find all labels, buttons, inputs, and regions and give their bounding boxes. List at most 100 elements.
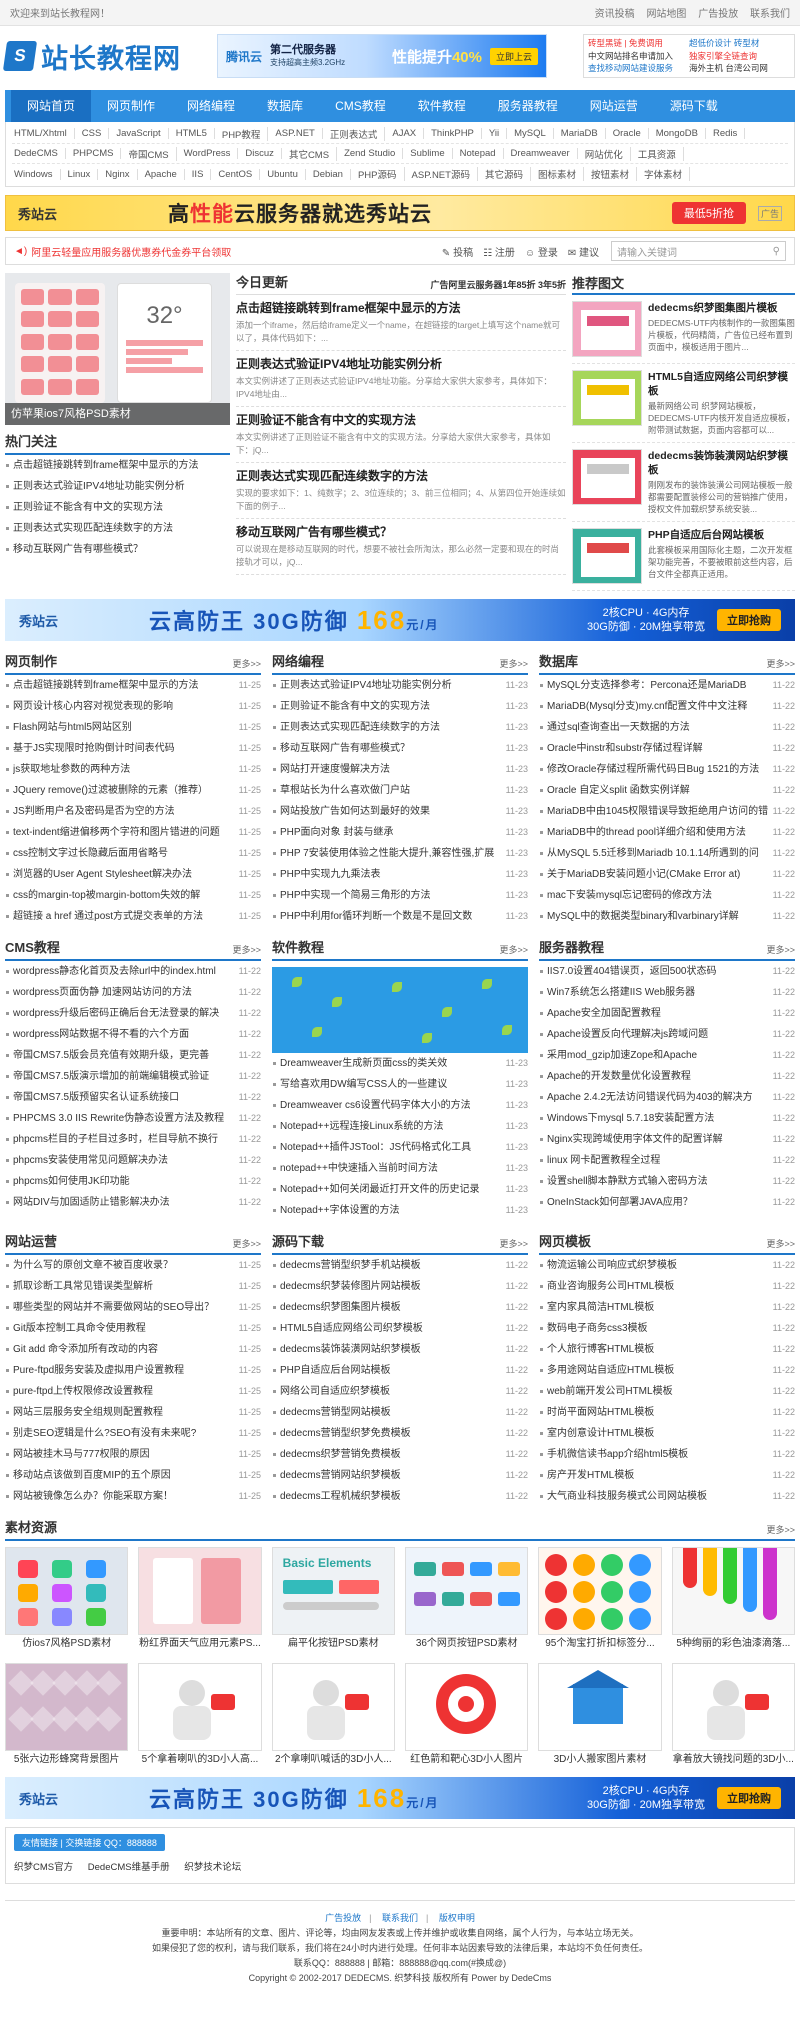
item-title[interactable]: PHP中利用for循环判断一个数是不是回文数 — [280, 906, 472, 927]
section-item[interactable]: 室内家具简洁HTML模板 11-22 — [539, 1297, 795, 1318]
section-title[interactable]: 网络编程 — [272, 651, 324, 670]
recommend-item[interactable]: dedecms织梦图集图片模板 DEDECMS-UTF内核制作的一款图集图片模板，… — [572, 295, 795, 364]
tag-link[interactable]: AJAX — [385, 128, 425, 139]
section-item[interactable]: 为什么写的原创文章不被百度收录？ 11-25 — [5, 1255, 261, 1276]
section-item[interactable]: 帝国CMS7.5版会员充值有效期升级，更完善 11-22 — [5, 1045, 261, 1066]
section-item[interactable]: 数码电子商务css3模板 11-22 — [539, 1318, 795, 1339]
section-title[interactable]: 网页制作 — [5, 651, 57, 670]
item-title[interactable]: PHP面向对象 封装与继承 — [280, 822, 393, 843]
item-title[interactable]: 大气商业科技服务模式公司网站模板 — [547, 1486, 707, 1507]
material-caption[interactable]: 5种绚丽的彩色油漆滴落... — [672, 1635, 795, 1653]
item-title[interactable]: 关于MariaDB安装问题小记(CMake Error at) — [547, 864, 740, 885]
more-link[interactable]: 更多>> — [232, 1237, 261, 1250]
material-thumb[interactable] — [538, 1547, 662, 1635]
item-title[interactable]: Notepad++远程连接Linux系统的方法 — [280, 1116, 443, 1137]
section-title[interactable]: 网站运营 — [5, 1231, 57, 1250]
ad-button[interactable]: 立即抢购 — [717, 609, 781, 631]
section-item[interactable]: wordpress升级后密码正确后台无法登录的解决 11-22 — [5, 1003, 261, 1024]
material-caption[interactable]: 36个网页按钮PSD素材 — [405, 1635, 528, 1653]
item-title[interactable]: 别走SEO逻辑是什么?SEO有没有未来呢? — [13, 1423, 196, 1444]
tag-link[interactable]: MongoDB — [649, 128, 706, 139]
item-title[interactable]: Pure-ftpd服务安装及虚拟用户设置教程 — [13, 1360, 184, 1381]
material-thumb[interactable] — [405, 1547, 529, 1635]
recommend-item[interactable]: HTML5自适应网络公司织梦模板 最新网络公司 织梦网站模板，DEDECMS-UT… — [572, 364, 795, 443]
recommend-thumb[interactable] — [572, 449, 642, 505]
tag-link[interactable]: Nginx — [98, 168, 138, 180]
section-item[interactable]: 网站打开速度慢解决方法 11-23 — [272, 759, 528, 780]
item-title[interactable]: 网站投放广告如何达到最好的效果 — [280, 801, 430, 822]
section-item[interactable]: 基于JS实现限时抢购倒计时间表代码 11-25 — [5, 738, 261, 759]
tag-link[interactable]: HTML5 — [169, 128, 215, 139]
header-link[interactable]: 中文网站排名申请加入 — [588, 50, 689, 63]
more-link[interactable]: 更多>> — [499, 943, 528, 956]
section-item[interactable]: Flash网站与html5网站区别 11-25 — [5, 717, 261, 738]
material-card[interactable]: 红色箭和靶心3D小人图片 — [405, 1663, 529, 1769]
section-item[interactable]: 移动站点该做到百度MIP的五个原因 11-25 — [5, 1465, 261, 1486]
section-item[interactable]: Win7系统怎么搭建IIS Web服务器 11-22 — [539, 982, 795, 1003]
item-title[interactable]: PHP中实现九九乘法表 — [280, 864, 381, 885]
section-item[interactable]: 从MySQL 5.5迁移到Mariadb 10.1.14所遇到的问 11-22 — [539, 843, 795, 864]
site-logo[interactable]: S 站长教程网 — [2, 37, 181, 76]
section-item[interactable]: text-indent缩进偏移两个字符和图片错进的问题 11-25 — [5, 822, 261, 843]
item-title[interactable]: Apache安全加固配置教程 — [547, 1003, 661, 1024]
notice-text[interactable]: 阿里云轻量应用服务器优惠券代金券平台领取 — [31, 244, 361, 259]
item-title[interactable]: 网站被镜像怎么办？你能采取方案！ — [13, 1486, 173, 1507]
material-caption[interactable]: 红色箭和靶心3D小人图片 — [405, 1751, 528, 1769]
item-title[interactable]: OneInStack如何部署JAVA应用？ — [547, 1192, 693, 1213]
material-caption[interactable]: 5张六边形蜂窝背景图片 — [5, 1751, 128, 1769]
material-card[interactable]: 36个网页按钮PSD素材 — [405, 1547, 529, 1653]
item-title[interactable]: PHP中实现一个简易三角形的方法 — [280, 885, 431, 906]
item-title[interactable]: 写给喜欢用DW编写CSS人的一些建议 — [280, 1074, 447, 1095]
section-item[interactable]: 多用途网站自适应HTML模板 11-22 — [539, 1360, 795, 1381]
nav-item[interactable]: 网站运营 — [574, 90, 654, 122]
recommend-item[interactable]: PHP自适应后台网站模板 此套模板采用国际化主题，二次开发框架功能完善，不要被眼前… — [572, 522, 795, 591]
nav-item[interactable]: CMS教程 — [319, 90, 402, 122]
section-item[interactable]: pure-ftpd上传权限修改设置教程 11-25 — [5, 1381, 261, 1402]
section-item[interactable]: 大气商业科技服务模式公司网站模板 11-22 — [539, 1486, 795, 1507]
section-item[interactable]: phpcms栏目的子栏目过多时，栏目导航不换行 11-22 — [5, 1129, 261, 1150]
recommend-thumb[interactable] — [572, 528, 642, 584]
nav-item-home[interactable]: 网站首页 — [11, 90, 92, 122]
item-title[interactable]: PHP自适应后台网站模板 — [280, 1360, 391, 1381]
section-item[interactable]: 正则表达式实现匹配连续数字的方法 11-23 — [272, 717, 528, 738]
search-icon[interactable]: ⚲ — [773, 246, 780, 257]
hot-item[interactable]: 正则表达式实现匹配连续数字的方法 — [5, 518, 230, 539]
tag-link[interactable]: 工具资源 — [631, 146, 684, 161]
section-item[interactable]: 浏览器的User Agent Stylesheet解决办法 11-25 — [5, 864, 261, 885]
material-card[interactable]: Basic Elements 扁平化按钮PSD素材 — [271, 1547, 395, 1653]
submit-link[interactable]: ✎ 投稿 — [442, 244, 473, 259]
section-item[interactable]: PHP 7安装使用体验之性能大提升,兼容性强,扩展 11-23 — [272, 843, 528, 864]
more-link[interactable]: 更多>> — [232, 657, 261, 670]
material-caption[interactable]: 仿ios7风格PSD素材 — [5, 1635, 128, 1653]
item-title[interactable]: PHP 7安装使用体验之性能大提升,兼容性强,扩展 — [280, 843, 494, 864]
tag-link[interactable]: PHPCMS — [66, 148, 122, 159]
hot-item[interactable]: 点击超链接跳转到frame框架中显示的方法 — [5, 455, 230, 476]
material-thumb[interactable] — [5, 1547, 129, 1635]
section-item[interactable]: 网站三层服务安全组规则配置教程 11-25 — [5, 1402, 261, 1423]
search-input[interactable]: 请输入关键词 ⚲ — [611, 241, 786, 261]
section-item[interactable]: web前端开发公司HTML模板 11-22 — [539, 1381, 795, 1402]
section-item[interactable]: dedecms织梦图集图片模板 11-22 — [272, 1297, 528, 1318]
header-link[interactable]: 砖型黑链 | 免费调用 — [588, 37, 689, 50]
section-item[interactable]: Notepad++插件JSTool：JS代码格式化工具 11-23 — [272, 1137, 528, 1158]
item-title[interactable]: MySQL分支选择参考：Percona还是MariaDB — [547, 675, 746, 696]
section-item[interactable]: Apache 2.4.2无法访问错误代码为403的解决方 11-22 — [539, 1087, 795, 1108]
friend-link[interactable]: 织梦技术论坛 — [184, 1862, 241, 1873]
tag-link[interactable]: Yii — [482, 128, 508, 139]
item-title[interactable]: 正则表达式验证IPV4地址功能实例分析 — [280, 675, 452, 696]
item-title[interactable]: js获取地址参数的两种方法 — [13, 759, 130, 780]
item-title[interactable]: dedecms营销型织梦手机站模板 — [280, 1255, 421, 1276]
footer-link[interactable]: 版权申明 — [439, 1913, 475, 1923]
item-title[interactable]: 室内家具简洁HTML模板 — [547, 1297, 654, 1318]
item-title[interactable]: Flash网站与html5网站区别 — [13, 717, 132, 738]
item-title[interactable]: 手机微信读书app介绍html5模板 — [547, 1444, 688, 1465]
ad-button[interactable]: 立即上云 — [489, 47, 538, 65]
item-title[interactable]: 设置shell脚本静默方式输入密码方法 — [547, 1171, 708, 1192]
section-item[interactable]: 网站投放广告如何达到最好的效果 11-23 — [272, 801, 528, 822]
item-title[interactable]: 房产开发HTML模板 — [547, 1465, 634, 1486]
section-title[interactable]: 数据库 — [539, 651, 578, 670]
tag-link[interactable]: DedeCMS — [12, 148, 66, 159]
material-thumb[interactable] — [271, 1663, 395, 1751]
news-title[interactable]: 移动互联网广告有哪些模式？ — [236, 524, 566, 540]
ad-button[interactable]: 最低5折抢 — [671, 202, 746, 224]
